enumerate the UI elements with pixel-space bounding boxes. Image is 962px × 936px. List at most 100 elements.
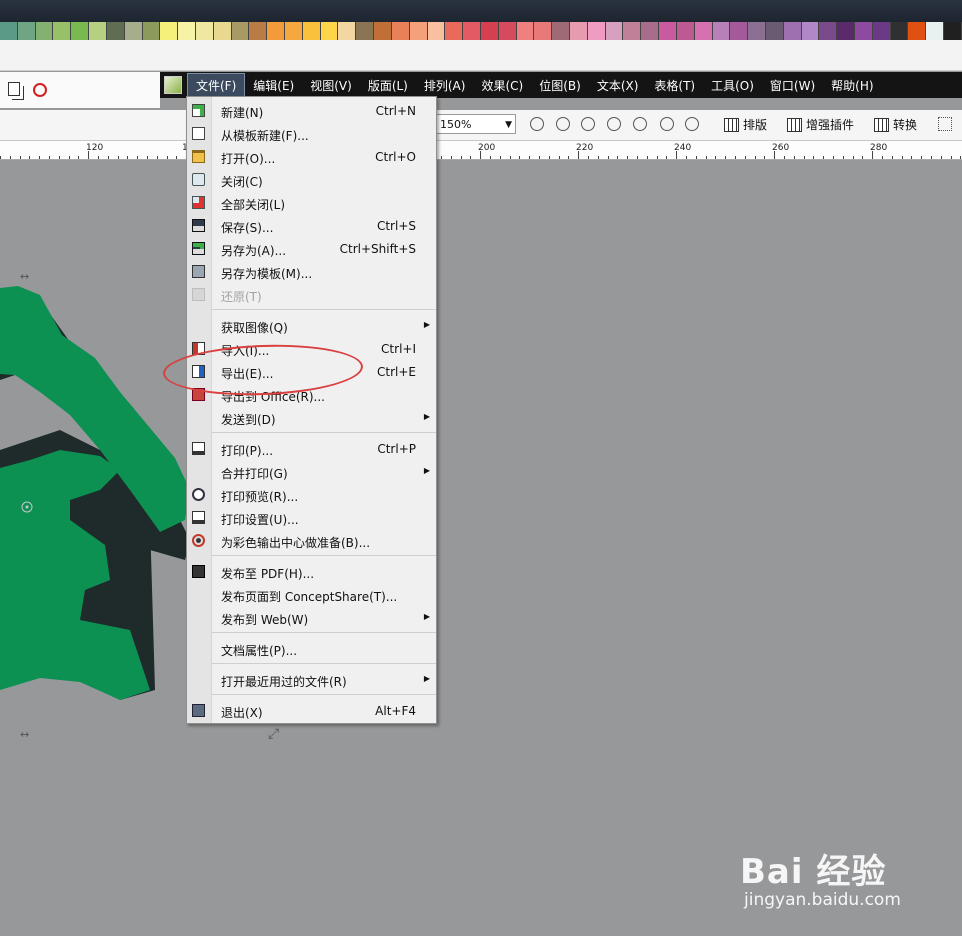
menu-bitmaps[interactable]: 位图(B) <box>531 74 589 97</box>
selection-handle-top[interactable]: ↔ <box>20 270 29 283</box>
menu-item-new-from-template[interactable]: 从模板新建(F)... <box>187 123 436 145</box>
menu-item-print[interactable]: 打印(P)... Ctrl+P <box>187 438 436 460</box>
zoom-selected-icon[interactable] <box>581 117 595 131</box>
palette-swatch[interactable] <box>178 22 196 40</box>
palette-swatch[interactable] <box>267 22 285 40</box>
palette-swatch[interactable] <box>374 22 392 40</box>
menu-edit[interactable]: 编辑(E) <box>245 74 302 97</box>
color-palette[interactable] <box>0 22 962 40</box>
menu-item-print-preview[interactable]: 打印预览(R)... <box>187 484 436 506</box>
palette-swatch[interactable] <box>908 22 927 40</box>
palette-swatch[interactable] <box>160 22 179 40</box>
palette-swatch[interactable] <box>926 22 945 40</box>
palette-swatch[interactable] <box>872 22 891 40</box>
zoom-height-icon[interactable] <box>685 117 699 131</box>
zoom-out-icon[interactable] <box>556 117 570 131</box>
palette-swatch[interactable] <box>249 22 268 40</box>
palette-swatch[interactable] <box>498 22 517 40</box>
menu-table[interactable]: 表格(T) <box>646 74 703 97</box>
menu-item-save-as[interactable]: 另存为(A)... Ctrl+Shift+S <box>187 238 436 260</box>
menu-file[interactable]: 文件(F) <box>187 72 246 98</box>
plugin-button[interactable]: 增强插件 <box>787 116 854 133</box>
app-document-icon[interactable] <box>164 76 182 94</box>
palette-swatch[interactable] <box>944 22 962 40</box>
palette-swatch[interactable] <box>819 22 838 40</box>
menu-item-new[interactable]: 新建(N) Ctrl+N <box>187 100 436 122</box>
menu-item-acquire-image[interactable]: 获取图像(Q) ▶ <box>187 315 436 337</box>
palette-swatch[interactable] <box>195 22 214 40</box>
palette-swatch[interactable] <box>445 22 464 40</box>
menu-item-recent-files[interactable]: 打开最近用过的文件(R) ▶ <box>187 669 436 691</box>
palette-swatch[interactable] <box>302 22 321 40</box>
palette-swatch[interactable] <box>17 22 36 40</box>
palette-swatch[interactable] <box>0 22 18 40</box>
palette-swatch[interactable] <box>659 22 677 40</box>
palette-swatch[interactable] <box>142 22 161 40</box>
palette-swatch[interactable] <box>605 22 624 40</box>
zoom-level-select[interactable]: 150% ▼ <box>436 114 516 134</box>
palette-swatch[interactable] <box>623 22 642 40</box>
menu-window[interactable]: 窗口(W) <box>762 74 823 97</box>
palette-swatch[interactable] <box>320 22 339 40</box>
palette-swatch[interactable] <box>231 22 250 40</box>
menu-arrange[interactable]: 排列(A) <box>416 74 474 97</box>
palette-swatch[interactable] <box>71 22 90 40</box>
palette-swatch[interactable] <box>570 22 588 40</box>
menu-item-save-as-template[interactable]: 另存为模板(M)... <box>187 261 436 283</box>
menu-item-publish-web[interactable]: 发布到 Web(W) ▶ <box>187 607 436 629</box>
palette-swatch[interactable] <box>53 22 72 40</box>
palette-swatch[interactable] <box>855 22 873 40</box>
palette-swatch[interactable] <box>285 22 303 40</box>
palette-swatch[interactable] <box>676 22 695 40</box>
palette-swatch[interactable] <box>552 22 570 40</box>
menu-item-close-all[interactable]: 全部关闭(L) <box>187 192 436 214</box>
zoom-page-icon[interactable] <box>633 117 647 131</box>
menu-effects[interactable]: 效果(C) <box>473 74 531 97</box>
palette-swatch[interactable] <box>516 22 535 40</box>
zoom-all-icon[interactable] <box>607 117 621 131</box>
menu-item-print-merge[interactable]: 合并打印(G) ▶ <box>187 461 436 483</box>
artwork[interactable] <box>0 160 962 936</box>
palette-swatch[interactable] <box>534 22 553 40</box>
palette-swatch[interactable] <box>712 22 731 40</box>
copy-icon[interactable] <box>8 82 20 96</box>
menu-item-document-properties[interactable]: 文档属性(P)... <box>187 638 436 660</box>
palette-swatch[interactable] <box>587 22 606 40</box>
menu-tools[interactable]: 工具(O) <box>703 74 762 97</box>
palette-swatch[interactable] <box>783 22 802 40</box>
palette-swatch[interactable] <box>409 22 428 40</box>
menu-item-open[interactable]: 打开(O)... Ctrl+O <box>187 146 436 168</box>
palette-swatch[interactable] <box>89 22 107 40</box>
palette-swatch[interactable] <box>124 22 143 40</box>
menu-item-save[interactable]: 保存(S)... Ctrl+S <box>187 215 436 237</box>
palette-swatch[interactable] <box>480 22 499 40</box>
menu-layout[interactable]: 版面(L) <box>360 74 416 97</box>
menu-text[interactable]: 文本(X) <box>589 74 647 97</box>
zoom-in-icon[interactable] <box>530 117 544 131</box>
palette-swatch[interactable] <box>213 22 232 40</box>
menu-item-exit[interactable]: 退出(X) Alt+F4 <box>187 700 436 722</box>
palette-swatch[interactable] <box>427 22 446 40</box>
palette-swatch[interactable] <box>463 22 481 40</box>
palette-swatch[interactable] <box>391 22 410 40</box>
palette-swatch[interactable] <box>890 22 909 40</box>
palette-swatch[interactable] <box>801 22 820 40</box>
zoom-width-icon[interactable] <box>660 117 674 131</box>
palette-swatch[interactable] <box>338 22 357 40</box>
palette-swatch[interactable] <box>837 22 855 40</box>
convert-button[interactable]: 转换 <box>874 116 917 133</box>
typeset-button[interactable]: 排版 <box>724 116 767 133</box>
drawing-canvas[interactable]: ↔ ↔ ⤢ <box>0 160 962 936</box>
menu-item-close[interactable]: 关闭(C) <box>187 169 436 191</box>
palette-swatch[interactable] <box>765 22 784 40</box>
palette-swatch[interactable] <box>641 22 660 40</box>
menu-item-publish-pdf[interactable]: 发布至 PDF(H)... <box>187 561 436 583</box>
menu-item-print-setup[interactable]: 打印设置(U)... <box>187 507 436 529</box>
palette-swatch[interactable] <box>748 22 766 40</box>
horizontal-ruler[interactable]: 120 1 200 220 240 260 280 <box>0 141 962 160</box>
palette-swatch[interactable] <box>356 22 375 40</box>
selection-handle-bottom[interactable]: ↔ <box>20 728 29 741</box>
palette-swatch[interactable] <box>730 22 749 40</box>
menu-view[interactable]: 视图(V) <box>302 74 360 97</box>
palette-swatch[interactable] <box>106 22 125 40</box>
